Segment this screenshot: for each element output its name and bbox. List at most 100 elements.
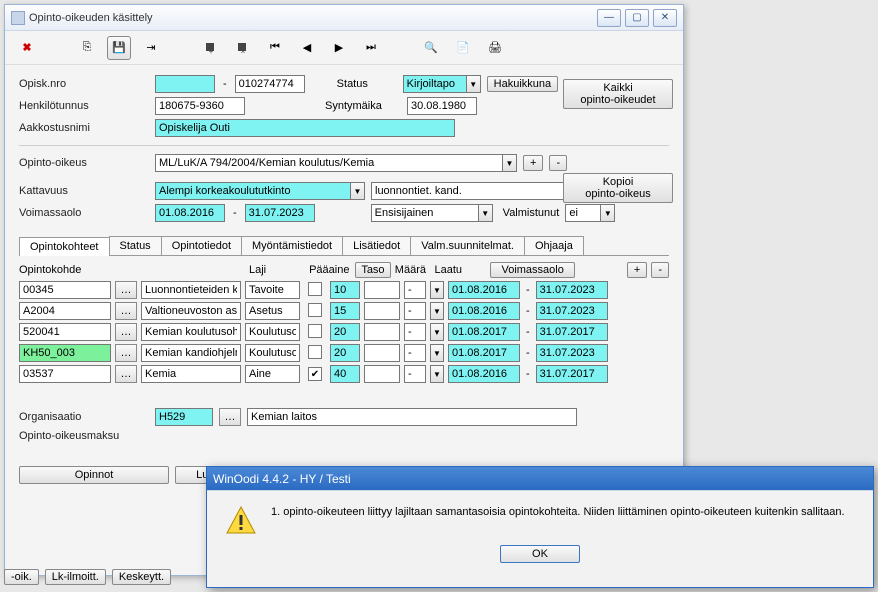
row-laatu[interactable] [404, 302, 426, 320]
tab-ohjaaja[interactable]: Ohjaaja [524, 236, 584, 255]
opinnot-button[interactable]: Opinnot [19, 466, 169, 484]
maximize-button[interactable]: ▢ [625, 9, 649, 27]
syntymaika-field[interactable] [407, 97, 477, 115]
kattavuus-dropdown-icon[interactable]: ▼ [351, 182, 365, 200]
row-taso[interactable] [330, 365, 360, 383]
row-code[interactable] [19, 281, 111, 299]
tab-opintokohteet[interactable]: Opintokohteet [19, 237, 110, 256]
remove-opinto-oikeus-button[interactable]: - [549, 155, 567, 171]
status-combo[interactable] [403, 75, 467, 93]
row-name[interactable] [141, 302, 241, 320]
row-laji[interactable] [245, 281, 300, 299]
row-taso[interactable] [330, 302, 360, 320]
row-paaaine-checkbox[interactable] [308, 345, 322, 359]
tab-status[interactable]: Status [109, 236, 162, 255]
add-row-button[interactable]: + [627, 262, 647, 278]
lk-ilmoitt-button[interactable]: Lk-ilmoitt. [45, 569, 106, 585]
opisk-nro-part2[interactable] [235, 75, 305, 93]
ensisijainen-dropdown-icon[interactable]: ▼ [479, 204, 493, 222]
tab-valmsunnitelmat[interactable]: Valm.suunnitelmat. [410, 236, 525, 255]
copy-icon[interactable]: ⎘ [75, 36, 99, 60]
row-lookup-button[interactable]: … [115, 281, 137, 299]
row-laatu-dropdown-icon[interactable]: ▼ [430, 323, 444, 341]
oik-button[interactable]: -oik. [4, 569, 39, 585]
valmistunut-dropdown-icon[interactable]: ▼ [601, 204, 615, 222]
tab-myontamistiedot[interactable]: Myöntämistiedot [241, 236, 343, 255]
row-laatu-dropdown-icon[interactable]: ▼ [430, 344, 444, 362]
organisaatio-lookup-button[interactable]: … [219, 408, 241, 426]
row-voimassaolo-end[interactable] [536, 365, 608, 383]
next-record-icon[interactable]: ▶ [327, 36, 351, 60]
row-voimassaolo-end[interactable] [536, 323, 608, 341]
row-maara[interactable] [364, 344, 400, 362]
remove-row-button[interactable]: - [651, 262, 669, 278]
row-voimassaolo-end[interactable] [536, 281, 608, 299]
kopioi-opinto-oikeus-button[interactable]: Kopioi opinto-oikeus [563, 173, 673, 203]
add-record-icon[interactable]: + [199, 36, 223, 60]
row-laji[interactable] [245, 302, 300, 320]
row-voimassaolo-start[interactable] [448, 323, 520, 341]
row-voimassaolo-start[interactable] [448, 302, 520, 320]
row-laatu-dropdown-icon[interactable]: ▼ [430, 281, 444, 299]
aakkostusnimi-field[interactable] [155, 119, 455, 137]
row-voimassaolo-end[interactable] [536, 302, 608, 320]
minimize-button[interactable]: — [597, 9, 621, 27]
row-taso[interactable] [330, 344, 360, 362]
row-laatu-dropdown-icon[interactable]: ▼ [430, 365, 444, 383]
tab-opintotiedot[interactable]: Opintotiedot [161, 236, 242, 255]
organisaatio-name[interactable] [247, 408, 577, 426]
add-opinto-oikeus-button[interactable]: + [523, 155, 543, 171]
row-paaaine-checkbox[interactable] [308, 303, 322, 317]
save-icon[interactable]: 💾 [107, 36, 131, 60]
row-maara[interactable] [364, 281, 400, 299]
hakuikkuna-button[interactable]: Hakuikkuna [487, 76, 558, 92]
opinto-oikeus-combo[interactable] [155, 154, 503, 172]
valmistunut-combo[interactable] [565, 204, 601, 222]
row-lookup-button[interactable]: … [115, 323, 137, 341]
status-dropdown-icon[interactable]: ▼ [467, 75, 481, 93]
voimassaolo-end[interactable] [245, 204, 315, 222]
row-name[interactable] [141, 323, 241, 341]
prev-record-icon[interactable]: ◀ [295, 36, 319, 60]
row-laatu[interactable] [404, 323, 426, 341]
close-button[interactable]: ✕ [653, 9, 677, 27]
row-lookup-button[interactable]: … [115, 344, 137, 362]
row-laji[interactable] [245, 323, 300, 341]
row-laatu-dropdown-icon[interactable]: ▼ [430, 302, 444, 320]
opinto-oikeus-dropdown-icon[interactable]: ▼ [503, 154, 517, 172]
row-name[interactable] [141, 344, 241, 362]
kattavuus-combo[interactable] [155, 182, 351, 200]
organisaatio-code[interactable] [155, 408, 213, 426]
opisk-nro-part1[interactable] [155, 75, 215, 93]
row-lookup-button[interactable]: … [115, 302, 137, 320]
report-icon[interactable]: 📄 [451, 36, 475, 60]
remove-record-icon[interactable]: × [231, 36, 255, 60]
row-code[interactable] [19, 344, 111, 362]
row-laji[interactable] [245, 344, 300, 362]
header-taso-button[interactable]: Taso [355, 262, 391, 278]
kaikki-opinto-oikeudet-button[interactable]: Kaikki opinto-oikeudet [563, 79, 673, 109]
row-code[interactable] [19, 323, 111, 341]
row-laatu[interactable] [404, 281, 426, 299]
row-voimassaolo-start[interactable] [448, 344, 520, 362]
henkilotunnus-field[interactable] [155, 97, 245, 115]
row-taso[interactable] [330, 281, 360, 299]
ensisijainen-combo[interactable] [371, 204, 479, 222]
first-record-icon[interactable]: ⏮ [263, 36, 287, 60]
row-voimassaolo-start[interactable] [448, 365, 520, 383]
row-maara[interactable] [364, 323, 400, 341]
row-laatu[interactable] [404, 344, 426, 362]
search-icon[interactable]: 🔍 [419, 36, 443, 60]
export-icon[interactable]: ⇥ [139, 36, 163, 60]
row-paaaine-checkbox[interactable] [308, 282, 322, 296]
row-voimassaolo-end[interactable] [536, 344, 608, 362]
row-name[interactable] [141, 281, 241, 299]
row-voimassaolo-start[interactable] [448, 281, 520, 299]
row-paaaine-checkbox[interactable] [308, 324, 322, 338]
row-laji[interactable] [245, 365, 300, 383]
row-lookup-button[interactable]: … [115, 365, 137, 383]
keskeytt-button[interactable]: Keskeytt. [112, 569, 171, 585]
row-paaaine-checkbox[interactable]: ✔ [308, 367, 322, 381]
tab-lisatiedot[interactable]: Lisätiedot [342, 236, 411, 255]
row-maara[interactable] [364, 302, 400, 320]
